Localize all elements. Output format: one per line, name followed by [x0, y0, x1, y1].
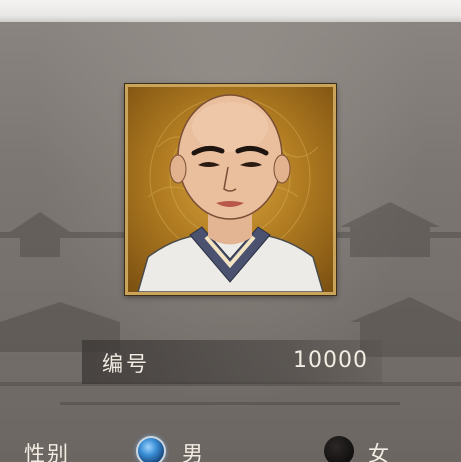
gender-male-label[interactable]: 男	[182, 438, 203, 462]
gender-male-radio[interactable]	[136, 436, 166, 462]
character-portrait[interactable]	[125, 84, 336, 295]
id-label: 编号	[102, 352, 150, 376]
top-bar	[0, 0, 461, 22]
gender-label: 性别	[24, 442, 70, 462]
id-row: 编号 10000	[82, 340, 382, 384]
gender-female-radio[interactable]	[324, 436, 354, 462]
id-value: 10000	[293, 348, 368, 373]
character-creation-panel: 编号 10000 性别 男 女	[0, 22, 461, 462]
gender-female-label[interactable]: 女	[368, 438, 389, 462]
monk-portrait-icon	[137, 94, 324, 292]
